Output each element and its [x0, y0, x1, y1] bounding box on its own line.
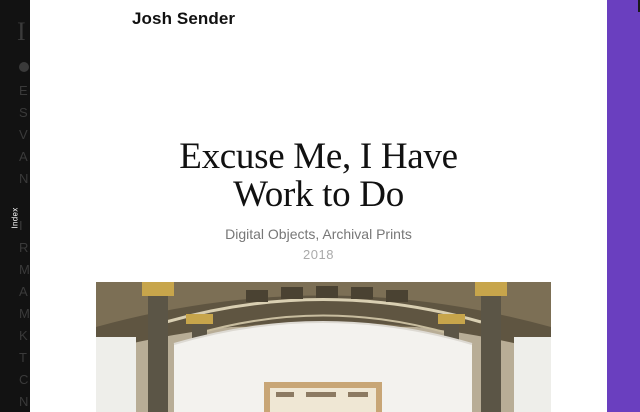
background-menu-fragment: N [19, 171, 29, 186]
index-tab[interactable]: Index [11, 207, 20, 228]
exhibition-photo-illustration [96, 282, 551, 412]
project-title: Excuse Me, I Have Work to Do [30, 138, 607, 214]
background-menu-fragment: K [19, 328, 28, 343]
background-menu-fragment: R [19, 240, 29, 255]
project-panel: Josh Sender Excuse Me, I Have Work to Do… [30, 0, 607, 412]
background-menu-fragment: V [19, 127, 28, 142]
background-menu-fragment: E [19, 83, 28, 98]
background-menu-fragment: T [19, 350, 27, 365]
artist-name[interactable]: Josh Sender [132, 9, 235, 29]
background-menu-fragment: A [19, 284, 28, 299]
background-menu-fragment: A [19, 149, 28, 164]
project-medium: Digital Objects, Archival Prints [225, 226, 412, 242]
project-year: 2018 [303, 247, 334, 262]
background-menu-fragment: N [19, 394, 29, 409]
background-menu-fragment: I [19, 218, 23, 233]
accent-strip [607, 0, 640, 412]
background-dot [19, 62, 29, 72]
background-menu-fragment: M [19, 262, 30, 277]
background-title-fragment: I [17, 17, 26, 46]
exhibition-photo[interactable] [96, 282, 551, 412]
index-sidebar: I E S V A N I R M A M K T C N Index [0, 0, 30, 412]
project-title-line-2: Work to Do [233, 174, 404, 215]
background-menu-fragment: S [19, 105, 28, 120]
background-menu-fragment: C [19, 372, 29, 387]
project-title-line-1: Excuse Me, I Have [179, 136, 458, 177]
background-menu-fragment: M [19, 306, 30, 321]
